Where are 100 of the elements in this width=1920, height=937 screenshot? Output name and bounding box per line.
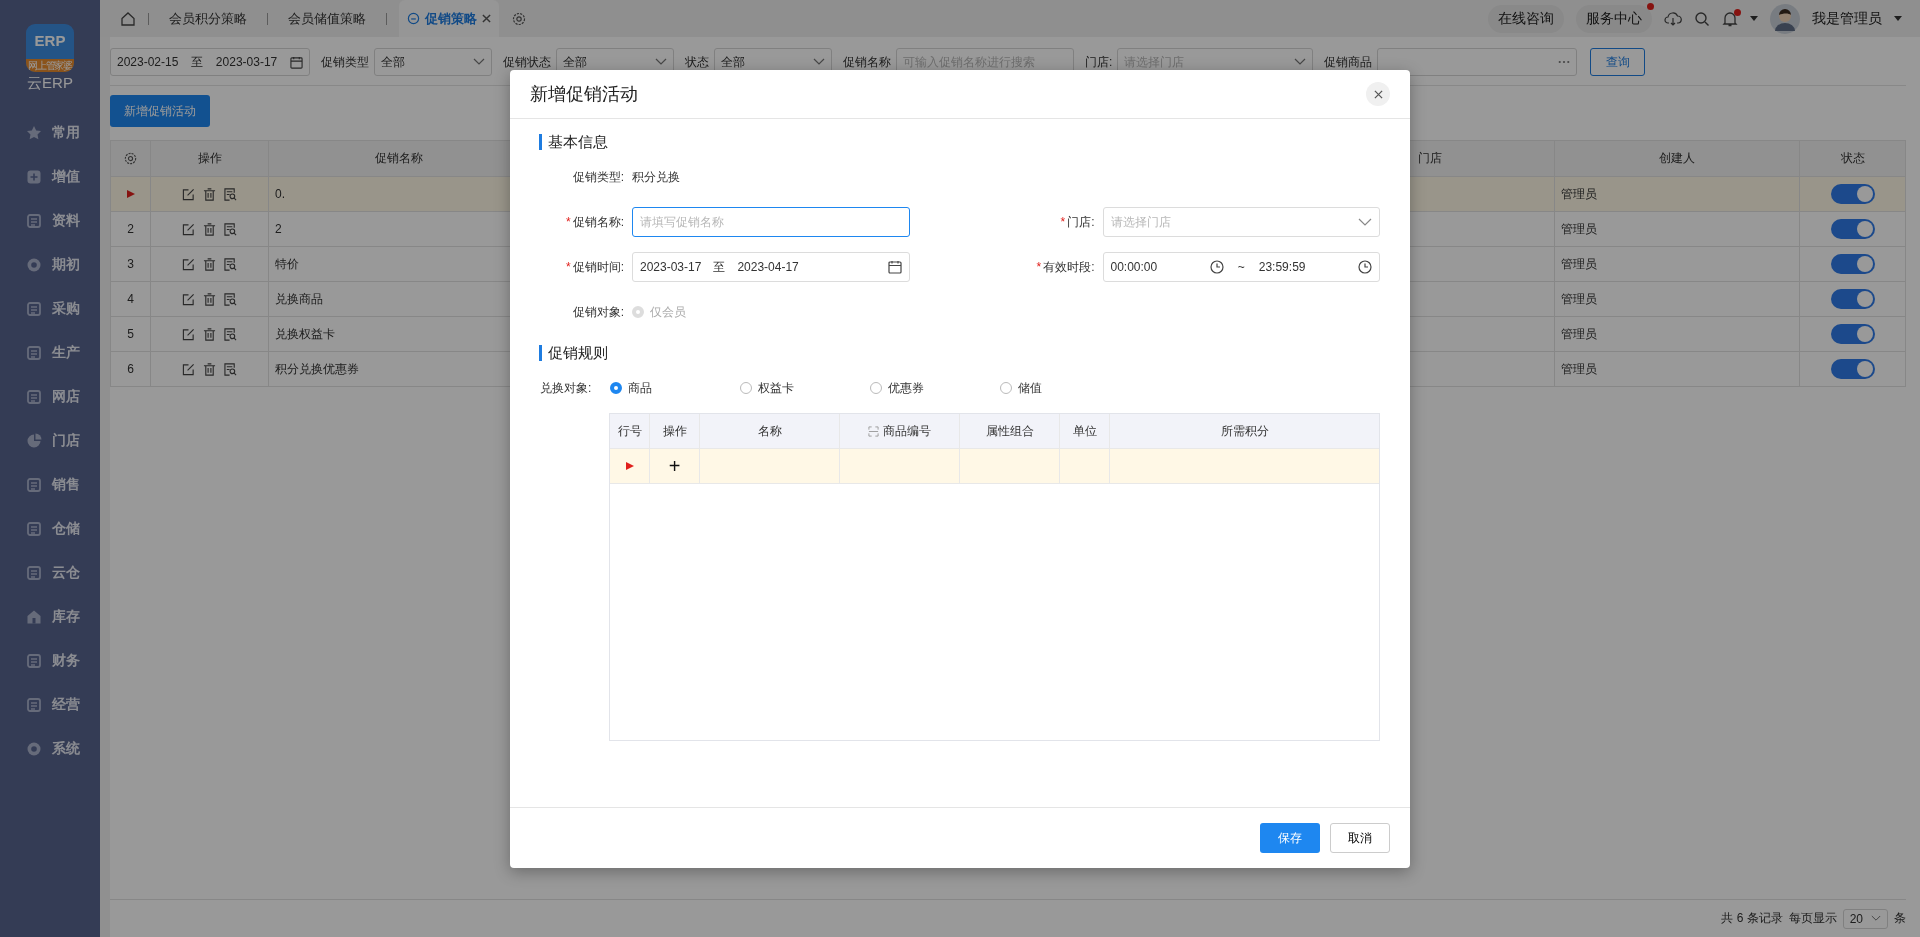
sidebar-item[interactable]: 门店 [0, 419, 100, 463]
chevron-down-icon [473, 58, 485, 66]
field-label: 促销对象: [571, 303, 625, 321]
field-label: 促销名称: [572, 214, 624, 229]
sidebar-item[interactable]: 生产 [0, 331, 100, 375]
status-toggle[interactable] [1830, 324, 1875, 344]
filter-label: 促销状态 [503, 53, 551, 71]
column-header: 属性组合 [960, 414, 1060, 448]
table-row[interactable]: + [610, 449, 1379, 484]
sidebar-item[interactable]: 网店 [0, 375, 100, 419]
more-icon[interactable] [1558, 60, 1571, 64]
sidebar-item[interactable]: 系统 [0, 727, 100, 771]
tab[interactable]: 会员储值策略 [280, 0, 374, 37]
status-toggle[interactable] [1830, 289, 1875, 309]
sidebar-item[interactable]: 云仓 [0, 551, 100, 595]
radio-option[interactable]: 权益卡 [740, 379, 870, 397]
edit-icon[interactable] [182, 222, 195, 236]
caret-icon[interactable] [1750, 15, 1758, 22]
query-button[interactable]: 查询 [1590, 48, 1646, 76]
scan-icon [868, 425, 879, 437]
promotion-icon [407, 12, 420, 25]
home-icon[interactable] [120, 10, 136, 27]
page-size-unit: 条 [1894, 910, 1906, 927]
date-range-field[interactable]: 2023-03-17 至 2023-04-17 [632, 252, 910, 282]
caret-icon[interactable] [1894, 15, 1902, 22]
column-header: 商品编号 [840, 414, 960, 448]
time-range-field[interactable]: 00:00:00 ~ 23:59:59 [1102, 252, 1380, 282]
edit-icon[interactable] [182, 187, 195, 201]
status-toggle[interactable] [1830, 254, 1875, 274]
row-number: 6 [127, 362, 134, 376]
radio-option[interactable]: 商品 [610, 379, 740, 397]
user-name[interactable]: 我是管理员 [1812, 9, 1882, 28]
goods-field[interactable] [1377, 48, 1578, 76]
field-label: 促销时间: [572, 259, 624, 274]
required-mark: * [1060, 214, 1066, 229]
table-cell: 管理员 [1555, 317, 1800, 351]
table-cell: 管理员 [1555, 282, 1800, 316]
field-value: 积分兑换 [632, 168, 680, 186]
service-center-button[interactable]: 服务中心 [1576, 4, 1652, 33]
chevron-down-icon [1358, 218, 1372, 226]
delete-icon[interactable] [203, 327, 216, 341]
status-toggle[interactable] [1830, 184, 1875, 204]
pie-icon [26, 433, 42, 449]
settings-icon[interactable] [123, 151, 138, 166]
row-number: 2 [127, 222, 134, 236]
star-icon [26, 125, 42, 141]
view-icon[interactable] [224, 187, 237, 201]
consult-button[interactable]: 在线咨询 [1488, 4, 1564, 33]
delete-icon[interactable] [203, 257, 216, 271]
cloud-download-icon[interactable] [1664, 10, 1682, 27]
tab[interactable]: 会员积分策略 [161, 0, 255, 37]
store-select[interactable]: 请选择门店 [1102, 207, 1380, 237]
filter-label: 门店: [1085, 53, 1113, 71]
save-button[interactable]: 保存 [1260, 823, 1320, 853]
close-button[interactable] [1366, 82, 1390, 106]
edit-icon[interactable] [182, 362, 195, 376]
page-size-select[interactable]: 20 [1842, 908, 1888, 929]
sidebar-item[interactable]: 采购 [0, 287, 100, 331]
sidebar-item[interactable]: 财务 [0, 639, 100, 683]
sidebar-item[interactable]: 资料 [0, 199, 100, 243]
tab[interactable]: 促销策略 [399, 0, 499, 37]
radio-option[interactable]: 优惠券 [870, 379, 1000, 397]
delete-icon[interactable] [203, 222, 216, 236]
sidebar-item[interactable]: 经营 [0, 683, 100, 727]
sidebar-item[interactable]: 增值 [0, 155, 100, 199]
radio-option[interactable]: 储值 [1000, 379, 1130, 397]
edit-icon[interactable] [182, 257, 195, 271]
date-range-field[interactable]: 2023-02-15 至 2023-03-17 [110, 48, 310, 76]
cancel-button[interactable]: 取消 [1330, 823, 1390, 853]
view-icon[interactable] [224, 362, 237, 376]
view-icon[interactable] [224, 222, 237, 236]
delete-icon[interactable] [203, 187, 216, 201]
edit-icon[interactable] [182, 327, 195, 341]
type-select[interactable]: 全部 [374, 48, 492, 76]
view-icon[interactable] [224, 292, 237, 306]
sidebar-item[interactable]: 销售 [0, 463, 100, 507]
current-row-icon [625, 462, 634, 470]
search-icon[interactable] [1694, 10, 1710, 27]
delete-icon[interactable] [203, 362, 216, 376]
close-icon[interactable] [482, 14, 491, 23]
add-promotion-button[interactable]: 新增促销活动 [110, 95, 210, 127]
sidebar-item[interactable]: 常用 [0, 111, 100, 155]
sidebar-item[interactable]: 期初 [0, 243, 100, 287]
settings-icon[interactable] [511, 10, 527, 27]
column-header: 状态 [1839, 150, 1866, 167]
filter-label: 促销类型 [321, 53, 369, 71]
sidebar-item[interactable]: 仓储 [0, 507, 100, 551]
promotion-name-field[interactable]: 请填写促销名称 [632, 207, 910, 237]
status-toggle[interactable] [1830, 219, 1875, 239]
delete-icon[interactable] [203, 292, 216, 306]
view-icon[interactable] [224, 257, 237, 271]
add-row-button[interactable]: + [668, 456, 681, 476]
bell-icon[interactable] [1722, 10, 1738, 27]
view-icon[interactable] [224, 327, 237, 341]
avatar-icon[interactable] [1770, 3, 1800, 34]
chevron-down-icon [813, 58, 825, 66]
field-label: 兑换对象: [540, 379, 593, 397]
status-toggle[interactable] [1830, 359, 1875, 379]
sidebar-item[interactable]: 库存 [0, 595, 100, 639]
edit-icon[interactable] [182, 292, 195, 306]
